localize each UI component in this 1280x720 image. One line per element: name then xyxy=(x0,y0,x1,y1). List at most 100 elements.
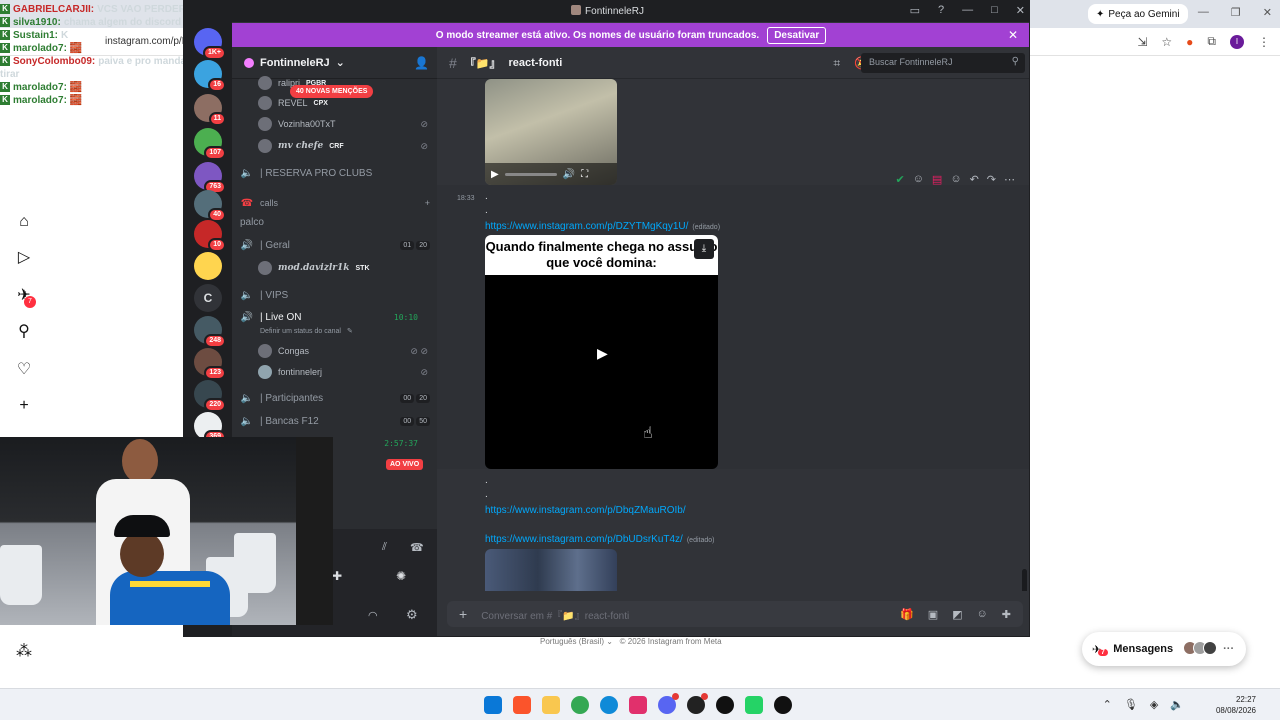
channel-participantes[interactable]: 🔈 | Participantes 00 20 xyxy=(240,388,430,408)
whatsapp-icon[interactable] xyxy=(745,696,763,714)
more-options-icon[interactable]: ⋯ xyxy=(1004,173,1015,186)
link-text[interactable]: https://www.instagram.com/p/DbUDsrKuT4z/ xyxy=(485,534,683,545)
category-calls[interactable]: ☎ calls + xyxy=(240,193,430,213)
search-input[interactable]: Buscar FontinneleRJ ⚲ xyxy=(861,53,1025,73)
video-progress-bar[interactable] xyxy=(504,172,557,176)
close-icon[interactable]: ✕ xyxy=(1016,4,1025,17)
voice-user[interactable]: Congas ⊘ ⊘ xyxy=(258,341,428,361)
help-icon[interactable]: ? xyxy=(938,4,944,17)
reply-icon[interactable]: ↶ xyxy=(970,173,979,186)
emoji-reaction-icon[interactable]: ☺ xyxy=(913,173,924,186)
new-mentions-pill[interactable]: 40 NOVAS MENÇÕES xyxy=(290,85,374,98)
gift-icon[interactable]: 🎁 xyxy=(900,608,914,621)
app-icon[interactable] xyxy=(774,696,792,714)
server-icon[interactable]: 107 xyxy=(194,128,226,160)
soundboard-icon[interactable]: ✺ xyxy=(396,569,406,583)
network-icon[interactable]: ◈ xyxy=(1150,698,1158,711)
apps-icon[interactable]: ✚ xyxy=(1002,608,1011,621)
search-icon[interactable]: ⚲ xyxy=(14,322,34,342)
brave-icon[interactable] xyxy=(513,696,531,714)
server-icon[interactable]: 11 xyxy=(194,94,226,126)
heart-icon[interactable]: ♡ xyxy=(14,360,34,380)
server-icon[interactable]: 1K+ xyxy=(194,28,226,60)
close-icon[interactable]: ✕ xyxy=(1008,28,1018,42)
play-icon[interactable]: ▶ xyxy=(597,345,608,362)
server-icon[interactable] xyxy=(194,252,222,280)
messages-dock[interactable]: ✈ 7 Mensagens ··· xyxy=(1082,632,1246,666)
more-apps-icon[interactable]: ⁂ xyxy=(14,642,34,662)
channel-reserva[interactable]: 🔈 | RESERVA PRO CLUBS xyxy=(240,163,430,183)
noise-suppression-icon[interactable]: ⫽ xyxy=(382,541,387,554)
server-icon[interactable]: 248 xyxy=(194,316,226,348)
flag-reaction-icon[interactable]: ▤ xyxy=(932,173,942,186)
instagram-icon[interactable] xyxy=(629,696,647,714)
settings-gear-icon[interactable]: ⚙ xyxy=(406,607,418,623)
file-explorer-icon[interactable] xyxy=(542,696,560,714)
discord-icon[interactable] xyxy=(658,693,679,714)
activities-icon[interactable]: ✚ xyxy=(332,569,342,583)
channel-vips[interactable]: 🔈 | VIPS xyxy=(240,285,430,305)
emoji-icon[interactable]: ☺ xyxy=(977,608,988,621)
inbox-icon[interactable]: ▭ xyxy=(910,4,920,17)
add-member-icon[interactable]: 👤 xyxy=(414,56,429,70)
add-reaction-icon[interactable]: ☺ xyxy=(950,173,961,186)
channel-status[interactable]: Definir um status do canal ✎ xyxy=(260,321,450,341)
video-embed[interactable]: Quando finalmente chega no assunto que v… xyxy=(485,235,718,469)
reels-icon[interactable]: ▷ xyxy=(14,248,34,268)
server-icon[interactable]: 369 xyxy=(194,412,226,444)
download-icon[interactable]: ⤓ xyxy=(694,239,714,259)
language-selector[interactable]: Português (Brasil) xyxy=(540,637,604,646)
volume-icon[interactable]: 🔈 xyxy=(1170,698,1184,711)
obs-icon[interactable] xyxy=(687,693,708,714)
extension-flame-icon[interactable]: ● xyxy=(1186,35,1193,49)
voice-user[interactable]: Vozinha00TxT ⊘ xyxy=(258,114,428,134)
scrollbar[interactable] xyxy=(1022,569,1027,591)
server-icon[interactable]: 123 xyxy=(194,348,226,380)
restore-icon[interactable]: ❐ xyxy=(1231,6,1241,19)
channel-palco[interactable]: palco xyxy=(240,212,430,232)
check-reaction-icon[interactable]: ✔ xyxy=(895,173,904,186)
start-icon[interactable] xyxy=(484,696,502,714)
gemini-button[interactable]: ✦ Peça ao Gemini xyxy=(1088,4,1188,24)
server-icon[interactable]: 40 xyxy=(194,190,226,222)
threads-icon[interactable]: ⌗ xyxy=(833,56,840,71)
bookmark-star-icon[interactable]: ☆ xyxy=(1161,35,1172,49)
channel-bancas[interactable]: 🔈 | Bancas F12 00 50 xyxy=(240,411,430,431)
image-embed[interactable] xyxy=(485,549,617,591)
maximize-icon[interactable]: □ xyxy=(991,4,998,17)
disable-streamer-button[interactable]: Desativar xyxy=(767,26,827,44)
server-icon[interactable]: 16 xyxy=(194,60,226,92)
disconnect-icon[interactable]: ☎ xyxy=(410,541,424,554)
extensions-icon[interactable]: ⧉ xyxy=(1207,34,1216,49)
voice-user[interactable]: mod.davizlr1k STK xyxy=(258,258,428,278)
message-link[interactable]: https://www.instagram.com/p/DbqZMauROIb/ xyxy=(485,505,686,516)
sticker-icon[interactable]: ◩ xyxy=(952,608,962,621)
minimize-icon[interactable]: — xyxy=(1198,6,1209,19)
microphone-icon[interactable]: 🎙 xyxy=(1124,698,1138,711)
server-icon[interactable]: 220 xyxy=(194,380,226,412)
close-icon[interactable]: ✕ xyxy=(1263,6,1272,19)
headphones-icon[interactable]: ◠ xyxy=(368,609,378,622)
server-icon[interactable]: 763 xyxy=(194,162,226,194)
home-icon[interactable]: ⌂ xyxy=(14,212,34,232)
gif-icon[interactable]: ▣ xyxy=(928,608,938,621)
create-channel-icon[interactable]: + xyxy=(425,198,430,208)
profile-avatar[interactable]: I xyxy=(1230,34,1244,49)
fullscreen-icon[interactable]: ⛶ xyxy=(581,169,588,180)
chevron-up-icon[interactable]: ⌃ xyxy=(1103,698,1112,711)
taskbar-clock[interactable]: 22:27 08/08/2026 xyxy=(1216,694,1256,716)
video-embed[interactable]: ▶ 🔊 ⛶ xyxy=(485,79,617,185)
volume-icon[interactable]: 🔊 xyxy=(563,169,575,180)
app-icon[interactable] xyxy=(716,696,734,714)
message-link[interactable]: https://www.instagram.com/p/DZYTMgKqy1U/… xyxy=(485,221,720,232)
chrome-icon[interactable] xyxy=(571,696,589,714)
browser-menu-icon[interactable]: ⋮ xyxy=(1258,35,1270,49)
upload-plus-icon[interactable]: + xyxy=(459,606,467,622)
server-icon[interactable]: C xyxy=(194,284,222,312)
forward-icon[interactable]: ↷ xyxy=(987,173,996,186)
link-text[interactable]: https://www.instagram.com/p/DZYTMgKqy1U/ xyxy=(485,221,688,232)
message-link[interactable]: https://www.instagram.com/p/DbUDsrKuT4z/… xyxy=(485,534,714,545)
install-icon[interactable]: ⇲ xyxy=(1137,35,1147,49)
edge-icon[interactable] xyxy=(600,696,618,714)
voice-user[interactable]: mv chefe CRF ⊘ xyxy=(258,136,428,156)
